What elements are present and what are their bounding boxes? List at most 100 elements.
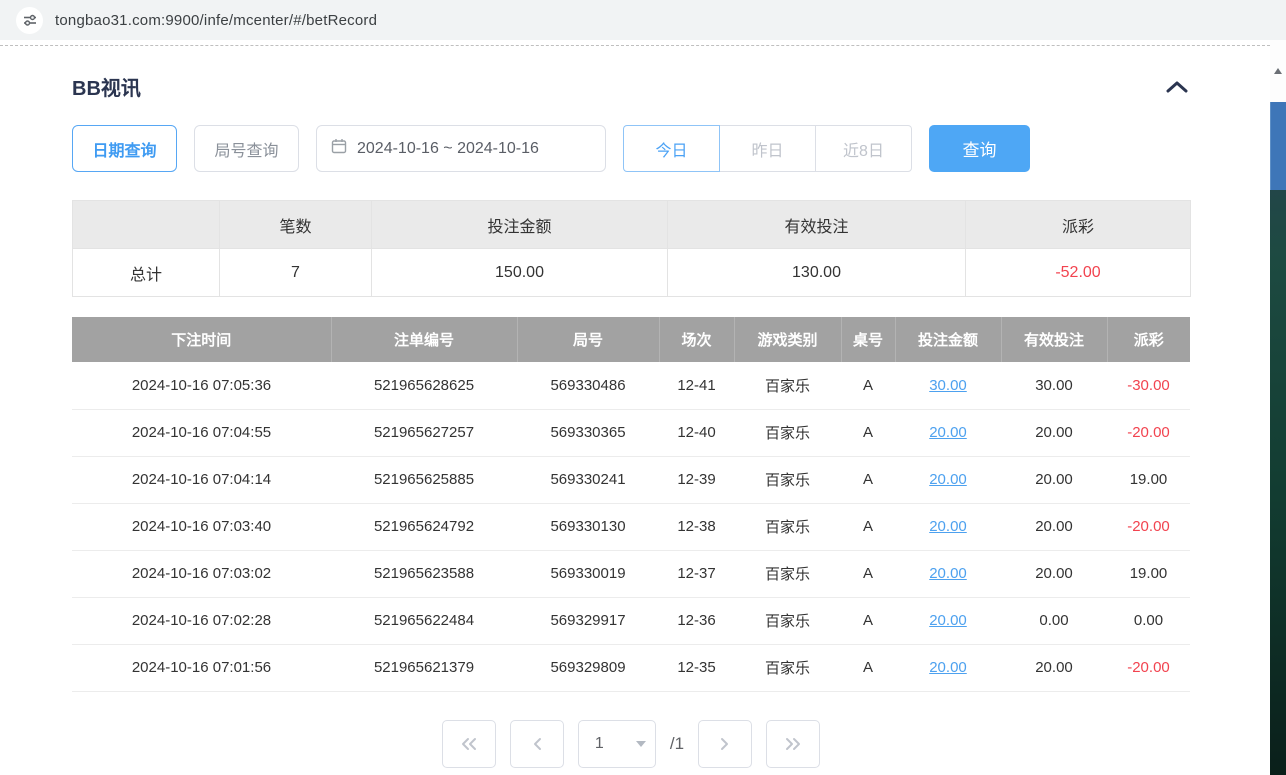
- address-bar: tongbao31.com:9900/infe/mcenter/#/betRec…: [0, 0, 1286, 40]
- round-number: 569330130: [517, 503, 659, 550]
- round-number: 569330365: [517, 409, 659, 456]
- game-type: 百家乐: [734, 409, 841, 456]
- table-number: A: [841, 644, 895, 691]
- table-row: 2024-10-16 07:02:28 521965622484 5693299…: [72, 597, 1190, 644]
- first-page-button[interactable]: [442, 720, 496, 768]
- vertical-scrollbar[interactable]: [1270, 40, 1286, 775]
- valid-bet: 0.00: [1001, 597, 1107, 644]
- quick-date-group: 今日 昨日 近8日: [623, 125, 912, 172]
- search-button[interactable]: 查询: [929, 125, 1030, 172]
- url-text[interactable]: tongbao31.com:9900/infe/mcenter/#/betRec…: [55, 12, 377, 29]
- bet-time: 2024-10-16 07:05:36: [72, 362, 331, 409]
- col-header-valid-bet: 有效投注: [1001, 317, 1107, 362]
- bet-time: 2024-10-16 07:04:14: [72, 456, 331, 503]
- table-number: A: [841, 362, 895, 409]
- payout: 0.00: [1107, 597, 1190, 644]
- filter-row: 日期查询 局号查询 2024-10-16 ~ 2024-10-16 今日 昨日 …: [72, 125, 1190, 172]
- summary-header-bet-amount: 投注金额: [372, 201, 668, 249]
- date-range-picker[interactable]: 2024-10-16 ~ 2024-10-16: [316, 125, 606, 172]
- table-number: A: [841, 503, 895, 550]
- bet-number: 521965621379: [331, 644, 517, 691]
- summary-bet-amount: 150.00: [372, 249, 668, 297]
- bet-time: 2024-10-16 07:02:28: [72, 597, 331, 644]
- valid-bet: 20.00: [1001, 644, 1107, 691]
- bet-record-page: BB视讯 日期查询 局号查询 2024-10-16 ~ 2024-10-16 今…: [0, 46, 1270, 768]
- pagination: 1 /1: [72, 720, 1190, 768]
- bet-time: 2024-10-16 07:03:40: [72, 503, 331, 550]
- bet-amount-link[interactable]: 20.00: [929, 612, 967, 629]
- summary-payout: -52.00: [966, 249, 1191, 297]
- bet-amount-link[interactable]: 20.00: [929, 518, 967, 535]
- payout: -30.00: [1107, 362, 1190, 409]
- bet-number: 521965628625: [331, 362, 517, 409]
- game-type: 百家乐: [734, 597, 841, 644]
- calendar-icon: [331, 138, 347, 159]
- valid-bet: 20.00: [1001, 503, 1107, 550]
- bet-amount-link[interactable]: 20.00: [929, 471, 967, 488]
- session: 12-35: [659, 644, 734, 691]
- game-type: 百家乐: [734, 644, 841, 691]
- valid-bet: 30.00: [1001, 362, 1107, 409]
- col-header-bet-amount: 投注金额: [895, 317, 1001, 362]
- bet-amount-link[interactable]: 20.00: [929, 659, 967, 676]
- table-number: A: [841, 550, 895, 597]
- bet-number: 521965624792: [331, 503, 517, 550]
- scrollbar-thumb[interactable]: [1270, 102, 1286, 190]
- page-number-select[interactable]: 1: [579, 721, 655, 767]
- valid-bet: 20.00: [1001, 550, 1107, 597]
- valid-bet: 20.00: [1001, 409, 1107, 456]
- last-8-days-button[interactable]: 近8日: [815, 125, 912, 172]
- round-number: 569329809: [517, 644, 659, 691]
- summary-count: 7: [220, 249, 372, 297]
- game-type: 百家乐: [734, 456, 841, 503]
- prev-page-button[interactable]: [510, 720, 564, 768]
- table-row: 2024-10-16 07:03:02 521965623588 5693300…: [72, 550, 1190, 597]
- bet-time: 2024-10-16 07:04:55: [72, 409, 331, 456]
- date-range-value: 2024-10-16 ~ 2024-10-16: [357, 140, 539, 158]
- table-row: 2024-10-16 07:04:14 521965625885 5693302…: [72, 456, 1190, 503]
- bet-time: 2024-10-16 07:03:02: [72, 550, 331, 597]
- scrollbar-up-arrow[interactable]: [1270, 40, 1286, 102]
- date-query-tab[interactable]: 日期查询: [72, 125, 177, 172]
- payout: -20.00: [1107, 644, 1190, 691]
- site-settings-icon[interactable]: [16, 7, 43, 34]
- summary-header-payout: 派彩: [966, 201, 1191, 249]
- col-header-table-number: 桌号: [841, 317, 895, 362]
- game-type: 百家乐: [734, 362, 841, 409]
- session: 12-39: [659, 456, 734, 503]
- bet-number: 521965627257: [331, 409, 517, 456]
- bet-amount-link[interactable]: 20.00: [929, 424, 967, 441]
- table-row: 2024-10-16 07:04:55 521965627257 5693303…: [72, 409, 1190, 456]
- today-button[interactable]: 今日: [623, 125, 720, 172]
- total-pages: /1: [670, 734, 684, 754]
- summary-table: 笔数 投注金额 有效投注 派彩 总计 7 150.00 130.00 -52.0…: [72, 200, 1191, 297]
- col-header-bet-time: 下注时间: [72, 317, 331, 362]
- bet-number: 521965625885: [331, 456, 517, 503]
- bet-number: 521965623588: [331, 550, 517, 597]
- bet-amount-link[interactable]: 30.00: [929, 377, 967, 394]
- next-page-button[interactable]: [698, 720, 752, 768]
- table-row: 2024-10-16 07:01:56 521965621379 5693298…: [72, 644, 1190, 691]
- round-query-tab[interactable]: 局号查询: [194, 125, 299, 172]
- game-type: 百家乐: [734, 503, 841, 550]
- session: 12-38: [659, 503, 734, 550]
- summary-total-label: 总计: [73, 249, 220, 297]
- game-type: 百家乐: [734, 550, 841, 597]
- round-number: 569330486: [517, 362, 659, 409]
- last-page-button[interactable]: [766, 720, 820, 768]
- page-title: BB视讯: [72, 72, 141, 101]
- round-number: 569329917: [517, 597, 659, 644]
- round-number: 569330019: [517, 550, 659, 597]
- table-number: A: [841, 597, 895, 644]
- col-header-bet-number: 注单编号: [331, 317, 517, 362]
- round-number: 569330241: [517, 456, 659, 503]
- page-number-select-wrap: 1: [578, 720, 656, 768]
- collapse-chevron-icon[interactable]: [1164, 79, 1190, 95]
- session: 12-40: [659, 409, 734, 456]
- session: 12-37: [659, 550, 734, 597]
- table-number: A: [841, 409, 895, 456]
- yesterday-button[interactable]: 昨日: [719, 125, 816, 172]
- col-header-payout: 派彩: [1107, 317, 1190, 362]
- table-row: 2024-10-16 07:03:40 521965624792 5693301…: [72, 503, 1190, 550]
- bet-amount-link[interactable]: 20.00: [929, 565, 967, 582]
